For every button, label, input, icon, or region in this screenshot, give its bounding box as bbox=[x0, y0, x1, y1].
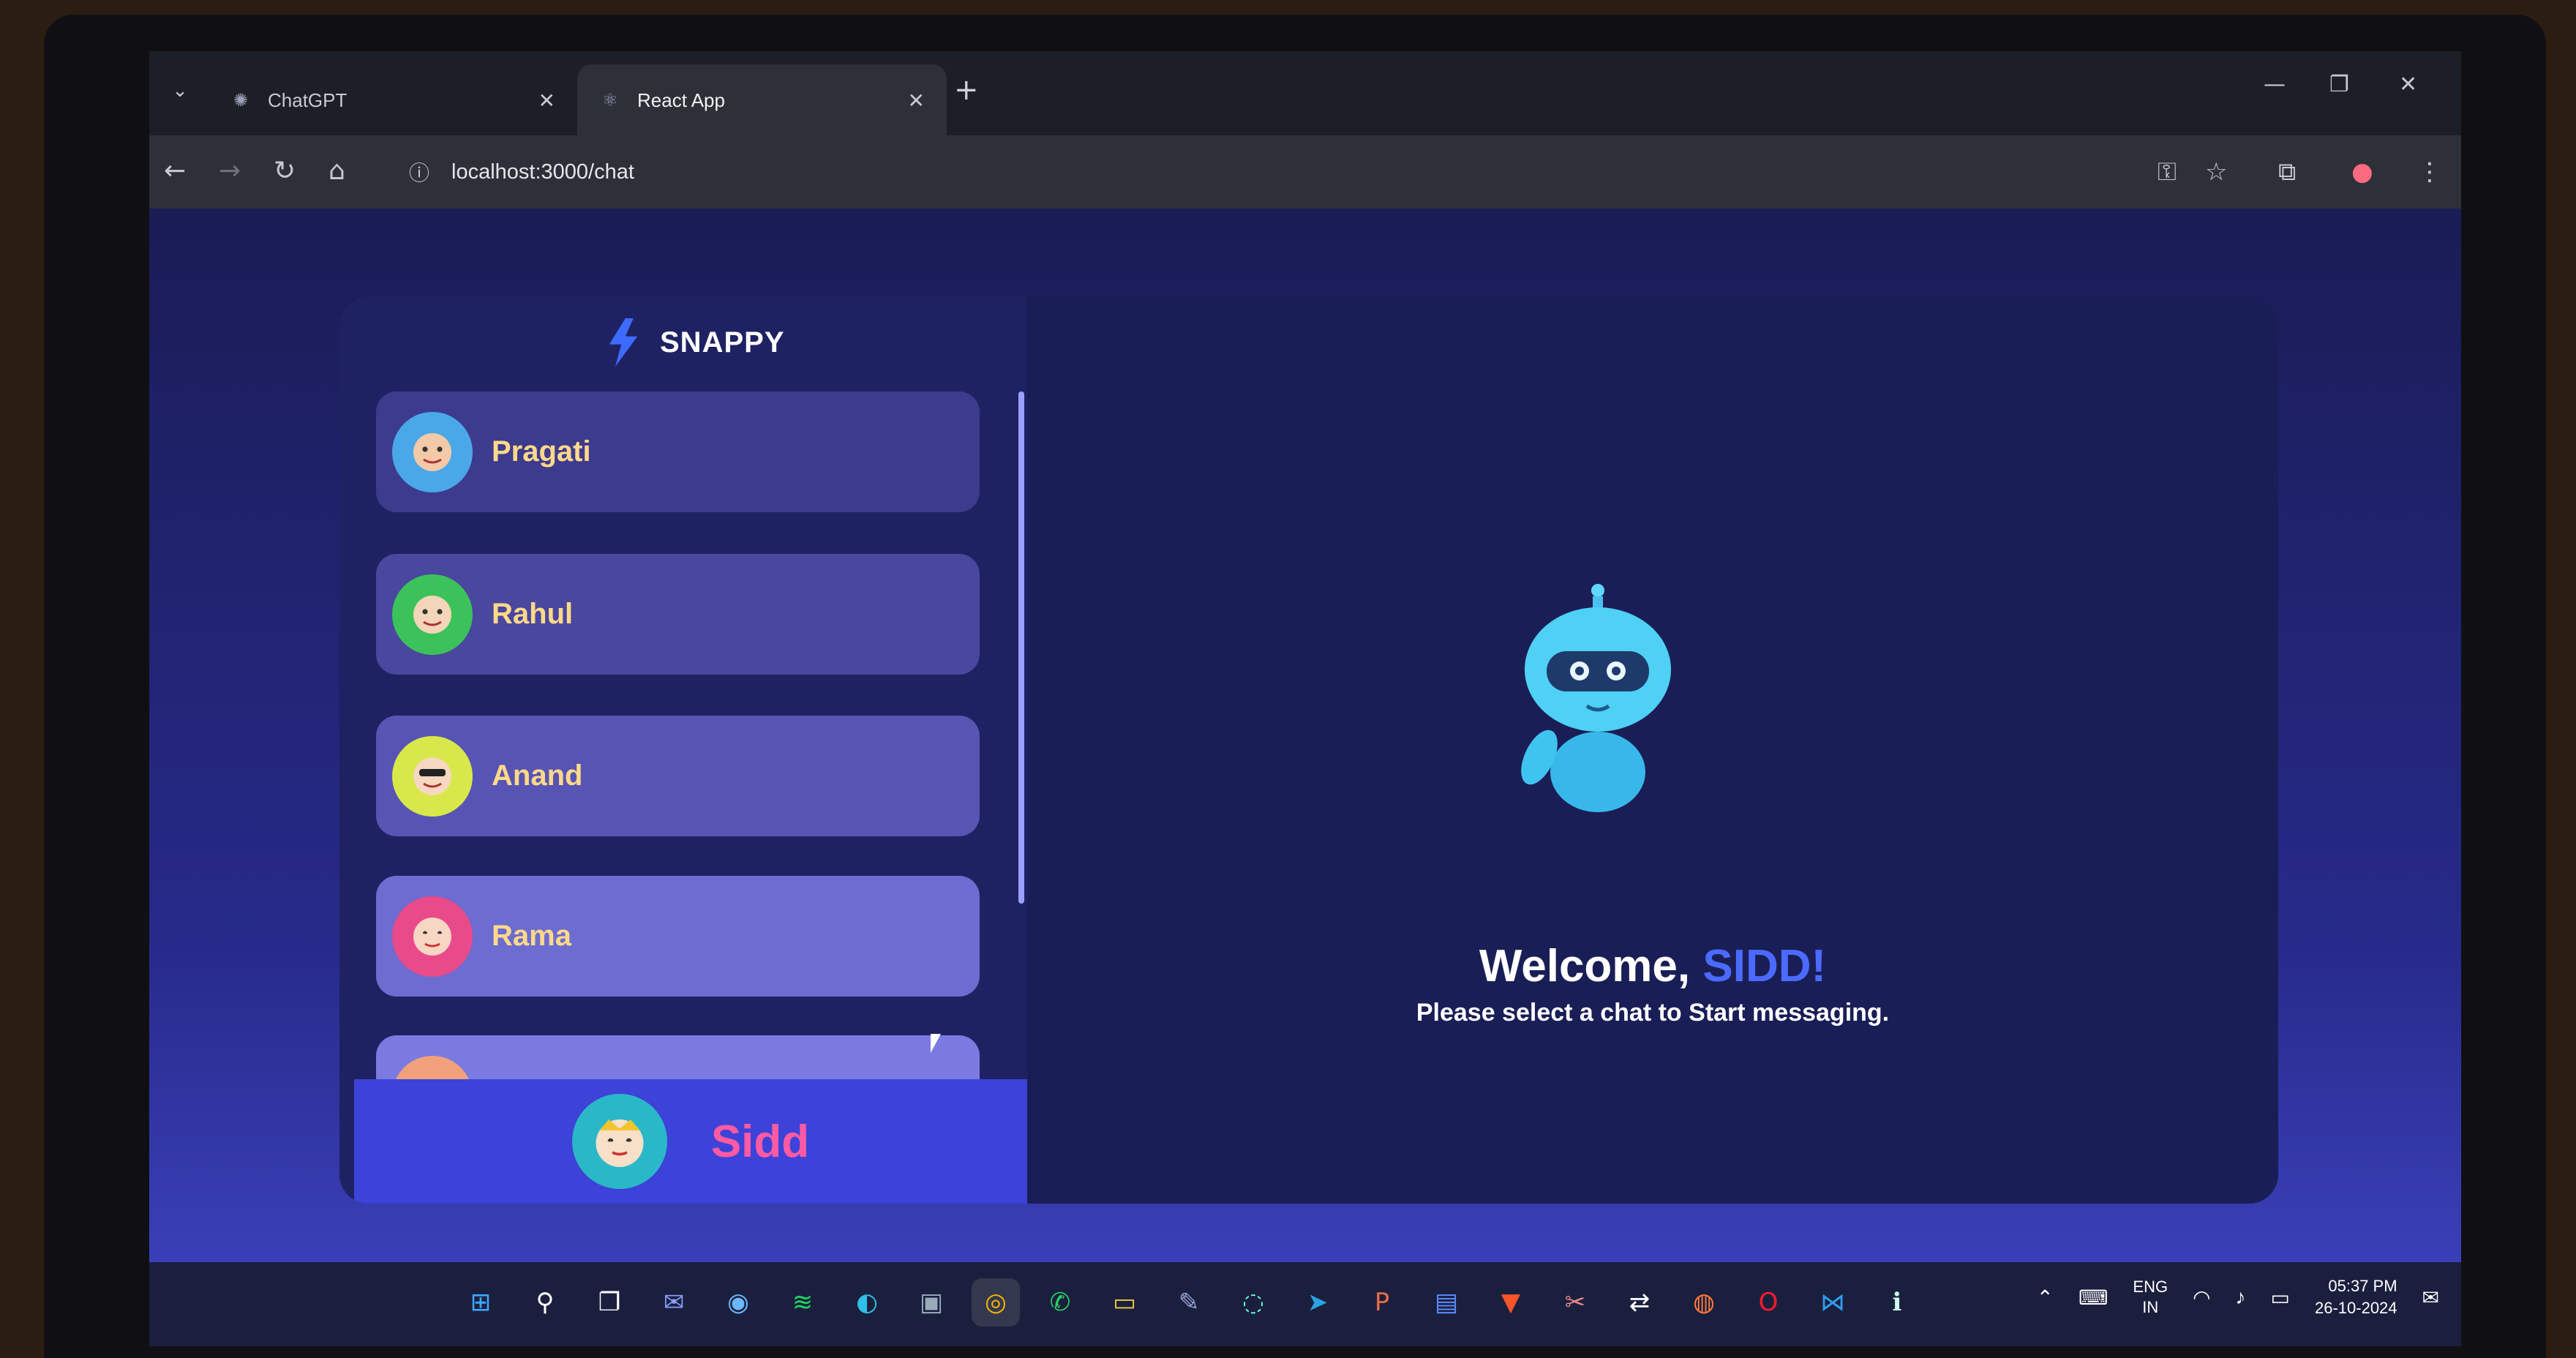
brand: SNAPPY bbox=[603, 318, 785, 367]
close-icon[interactable]: ✕ bbox=[908, 89, 925, 113]
tab-label: ChatGPT bbox=[268, 89, 348, 111]
windows-taskbar: ⊞ ⚲ ❐ ✉ ◉ ≋ ◐ ▣ ◎ ✆ ▭ ✎ ◌ ➤ P ▤ ▼ ✂ ⇄ ◍ … bbox=[149, 1262, 2461, 1346]
brand-name: SNAPPY bbox=[660, 326, 785, 359]
restore-icon[interactable]: ❐ bbox=[2329, 72, 2349, 97]
close-window-icon[interactable]: ✕ bbox=[2399, 72, 2417, 97]
avatar bbox=[392, 896, 473, 977]
profile-avatar[interactable]: ● bbox=[2351, 157, 2373, 187]
language-indicator[interactable]: ENG IN bbox=[2133, 1277, 2168, 1318]
vscode-icon[interactable]: ⋈ bbox=[1809, 1278, 1857, 1327]
welcome-title: Welcome, SIDD! bbox=[1027, 940, 2278, 992]
system-tray: ⌃ ⌨ ENG IN ◠ ♪ ▭ 05:37 PM 26-10-2024 ✉ bbox=[2037, 1275, 2440, 1319]
avatar bbox=[392, 411, 473, 492]
tab-search-button[interactable]: ⌄ bbox=[164, 75, 196, 107]
react-app-page: SNAPPY Pragati Rahul Anand Rama Sidd Wel… bbox=[149, 209, 2461, 1262]
task-view-icon[interactable]: ❐ bbox=[585, 1278, 634, 1327]
contact-name: Rama bbox=[492, 920, 571, 952]
welcome-username: SIDD! bbox=[1702, 941, 1827, 991]
contact-list-scrollbar[interactable] bbox=[1018, 391, 1024, 904]
current-user-panel: Sidd bbox=[354, 1079, 1027, 1204]
robot-icon bbox=[1521, 584, 1671, 812]
contact-name: Pragati bbox=[492, 435, 591, 468]
chatgpt-icon: ✺ bbox=[233, 90, 249, 110]
minimize-icon[interactable]: — bbox=[2264, 72, 2286, 97]
contact-item-pragati[interactable]: Pragati bbox=[376, 391, 980, 512]
files-icon[interactable]: ▭ bbox=[1100, 1278, 1149, 1327]
wifi-icon[interactable]: ◠ bbox=[2193, 1286, 2210, 1310]
extensions-icon[interactable]: ⧉ bbox=[2278, 157, 2296, 187]
mouse-cursor bbox=[931, 1034, 941, 1053]
url-text: localhost:3000/chat bbox=[451, 160, 634, 184]
avatar bbox=[392, 1055, 473, 1079]
firefox-icon[interactable]: ◍ bbox=[1680, 1278, 1728, 1327]
address-bar[interactable]: ⓘ localhost:3000/chat bbox=[387, 146, 2289, 198]
telegram-icon[interactable]: ➤ bbox=[1293, 1278, 1342, 1327]
bookmark-star-icon[interactable]: ☆ bbox=[2205, 157, 2227, 187]
taskbar-apps: ⊞ ⚲ ❐ ✉ ◉ ≋ ◐ ▣ ◎ ✆ ▭ ✎ ◌ ➤ P ▤ ▼ ✂ ⇄ ◍ … bbox=[457, 1278, 1921, 1327]
welcome-subtitle: Please select a chat to Start messaging. bbox=[1416, 999, 1890, 1027]
contact-item-rahul[interactable]: Rahul bbox=[376, 554, 980, 675]
keyboard-icon[interactable]: ⌨ bbox=[2079, 1286, 2108, 1310]
region-code: IN bbox=[2142, 1298, 2159, 1316]
reload-icon[interactable]: ↻ bbox=[274, 156, 296, 186]
volume-icon[interactable]: ♪ bbox=[2236, 1286, 2246, 1309]
chat-icon[interactable]: ✉ bbox=[650, 1278, 698, 1327]
notification-icon[interactable]: ✉ bbox=[2422, 1286, 2439, 1310]
opera-icon[interactable]: O bbox=[1744, 1278, 1792, 1327]
browser-icon[interactable]: ◉ bbox=[714, 1278, 762, 1327]
sync-icon[interactable]: ⇄ bbox=[1615, 1278, 1664, 1327]
spotify-icon[interactable]: ≋ bbox=[778, 1278, 827, 1327]
brave-icon[interactable]: ▼ bbox=[1487, 1278, 1535, 1327]
avatar bbox=[392, 574, 473, 655]
contact-item-rama[interactable]: Rama bbox=[376, 876, 980, 997]
react-icon: ⚛ bbox=[602, 90, 618, 110]
welcome-prefix: Welcome, bbox=[1479, 941, 1703, 991]
contact-list: Pragati Rahul Anand Rama bbox=[376, 391, 991, 1079]
snappy-logo-icon bbox=[609, 318, 638, 367]
store-icon[interactable]: ▣ bbox=[907, 1278, 955, 1327]
browser-toolbar: ← → ↻ ⌂ ⓘ localhost:3000/chat ⚿ ☆ ⧉ ● ⋮ bbox=[149, 135, 2461, 209]
whatsapp-icon[interactable]: ✆ bbox=[1036, 1278, 1084, 1327]
tab-chatgpt[interactable]: ✺ ChatGPT ✕ bbox=[208, 64, 577, 136]
contacts-panel: SNAPPY Pragati Rahul Anand Rama Sidd bbox=[339, 296, 1027, 1204]
lang-code: ENG bbox=[2133, 1278, 2168, 1296]
tab-react-app[interactable]: ⚛ React App ✕ bbox=[577, 64, 947, 136]
close-icon[interactable]: ✕ bbox=[538, 89, 555, 113]
home-icon[interactable]: ⌂ bbox=[328, 156, 345, 186]
clock[interactable]: 05:37 PM 26-10-2024 bbox=[2315, 1275, 2397, 1319]
back-icon[interactable]: ← bbox=[164, 156, 186, 186]
menu-dots-icon[interactable]: ⋮ bbox=[2417, 157, 2442, 187]
forward-icon[interactable]: → bbox=[219, 156, 241, 186]
battery-icon[interactable]: ▭ bbox=[2271, 1286, 2290, 1310]
app-icon[interactable]: ▤ bbox=[1422, 1278, 1471, 1327]
powerpoint-icon[interactable]: P bbox=[1358, 1278, 1406, 1327]
tab-label: React App bbox=[637, 89, 725, 111]
contact-name: Rahul bbox=[492, 598, 574, 630]
browser-tab-bar: ⌄ ✺ ChatGPT ✕ ⚛ React App ✕ + — ❐ ✕ bbox=[149, 51, 2461, 136]
new-tab-button[interactable]: + bbox=[954, 73, 979, 107]
current-user-avatar bbox=[571, 1094, 667, 1189]
screen: ⌄ ✺ ChatGPT ✕ ⚛ React App ✕ + — ❐ ✕ ← → … bbox=[149, 51, 2461, 1346]
info-icon[interactable]: ℹ bbox=[1873, 1278, 1921, 1327]
password-key-icon[interactable]: ⚿ bbox=[2158, 157, 2177, 187]
loader-icon[interactable]: ◌ bbox=[1229, 1278, 1277, 1327]
contact-name: Anand bbox=[492, 759, 583, 792]
edge-icon[interactable]: ◐ bbox=[843, 1278, 891, 1327]
chevron-up-icon[interactable]: ⌃ bbox=[2037, 1286, 2054, 1310]
welcome-panel: Welcome, SIDD! Please select a chat to S… bbox=[1027, 296, 2278, 1204]
snip-icon[interactable]: ✂ bbox=[1551, 1278, 1599, 1327]
site-info-icon[interactable]: ⓘ bbox=[409, 157, 429, 187]
chat-container: SNAPPY Pragati Rahul Anand Rama Sidd Wel… bbox=[339, 296, 2278, 1204]
contact-item-anand[interactable]: Anand bbox=[376, 716, 980, 836]
search-icon[interactable]: ⚲ bbox=[521, 1278, 569, 1327]
contact-item-partial[interactable] bbox=[376, 1035, 980, 1079]
current-user-name: Sidd bbox=[710, 1116, 810, 1167]
notes-icon[interactable]: ✎ bbox=[1165, 1278, 1213, 1327]
time: 05:37 PM bbox=[2328, 1277, 2397, 1295]
avatar bbox=[392, 735, 473, 817]
start-icon[interactable]: ⊞ bbox=[457, 1278, 505, 1327]
chrome-icon[interactable]: ◎ bbox=[972, 1278, 1020, 1327]
date: 26-10-2024 bbox=[2314, 1299, 2397, 1317]
